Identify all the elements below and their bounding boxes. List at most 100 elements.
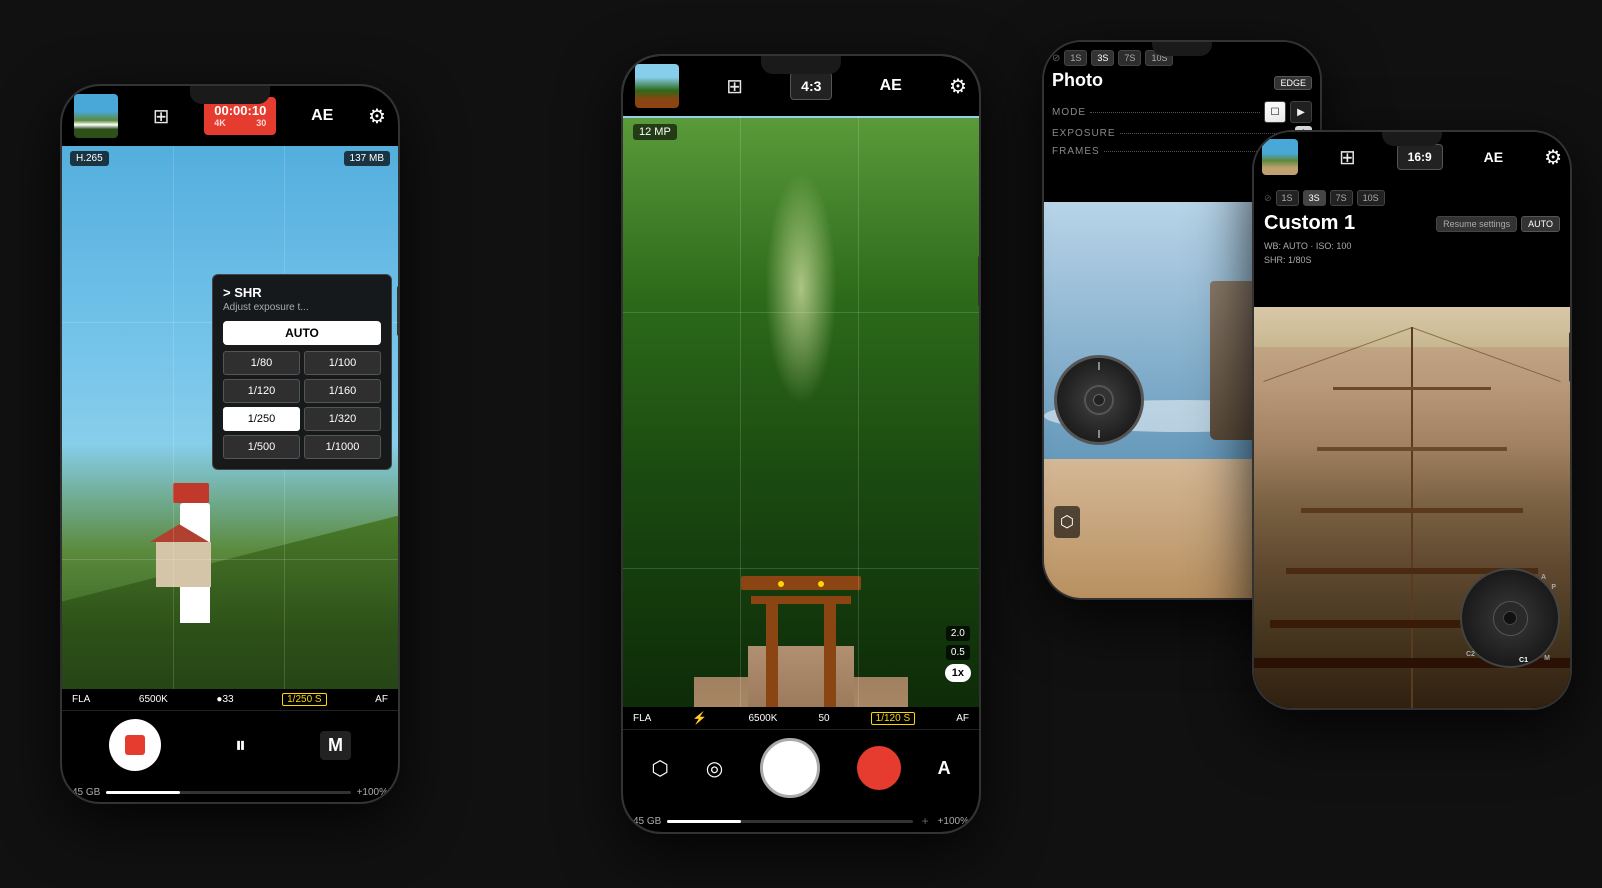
custom-3s-btn[interactable]: 3S	[1303, 190, 1326, 206]
right-front-viewfinder[interactable]: A P M C1 C2	[1254, 307, 1570, 708]
dial-circle[interactable]	[1054, 355, 1144, 445]
tl-1s-btn[interactable]: 1S	[1064, 50, 1087, 66]
right-front-dial[interactable]: A P M C1 C2	[1460, 568, 1560, 668]
center-side-button[interactable]	[978, 256, 981, 306]
torii-gate	[751, 576, 851, 716]
right-front-gear-icon[interactable]: ⚙	[1544, 145, 1562, 170]
fla-param: FLA	[72, 694, 90, 705]
right-front-ae[interactable]: AE	[1484, 149, 1503, 165]
center-settings-gear-icon[interactable]: ⚙	[949, 74, 967, 99]
center-phone-screen: ⊞ 4:3 AE ⚙ 12 MP	[623, 56, 979, 832]
tl-timer-icon: ⊘	[1052, 53, 1060, 64]
manual-button[interactable]: M	[320, 731, 351, 760]
shutter-popup: > SHR Adjust exposure t... AUTO 1/80 1/1…	[212, 274, 392, 470]
center-thumbnail[interactable]	[635, 64, 679, 108]
right-front-grid-icon[interactable]: ⊞	[1339, 145, 1356, 170]
center-grid-icon[interactable]: ⊞	[726, 74, 743, 99]
custom-7s-btn[interactable]: 7S	[1330, 190, 1353, 206]
record-stop-button[interactable]	[109, 719, 161, 771]
pause-button[interactable]: ⏸	[235, 732, 246, 758]
wb-param: 6500K	[139, 694, 168, 705]
custom-timer-off-icon: ⊘	[1264, 193, 1272, 204]
shutter-option-1/160[interactable]: 1/160	[304, 379, 381, 403]
shutter-option-1/100[interactable]: 1/100	[304, 351, 381, 375]
zoom-2x[interactable]: 2.0	[946, 626, 970, 641]
center-phone: ⊞ 4:3 AE ⚙ 12 MP	[621, 54, 981, 834]
tl-dot-line1	[1090, 112, 1260, 113]
left-thumbnail[interactable]	[74, 94, 118, 138]
focus-dot-right	[818, 581, 824, 587]
lighthouse-top	[173, 483, 209, 503]
tl-mode-row: MODE ☐ ▶	[1052, 101, 1312, 123]
right-front-notch	[1382, 132, 1442, 146]
shutter-option-1/120[interactable]: 1/120	[223, 379, 300, 403]
popup-options-grid: 1/80 1/100 1/120 1/160 1/250 1/320 1/500…	[223, 351, 381, 459]
custom-1s-btn[interactable]: 1S	[1276, 190, 1299, 206]
center-storage-progress: 45 GB + +100%	[623, 810, 979, 832]
storage-progress: 45 GB +100%	[62, 783, 398, 802]
right-back-dial[interactable]	[1054, 355, 1144, 445]
zoom-controls[interactable]: 2.0 0.5 1x	[945, 626, 971, 682]
right-dial-circle[interactable]: A P M C1 C2	[1460, 568, 1560, 668]
codec-sub: 4K	[214, 118, 226, 129]
torii-pillar-left	[766, 596, 778, 716]
portrait-button[interactable]: A	[938, 758, 951, 779]
zoom-1x-active[interactable]: 1x	[945, 664, 971, 682]
tl-mode-video-btn[interactable]: ▶	[1290, 101, 1312, 123]
custom-title: Custom 1	[1264, 212, 1355, 235]
right-front-side-button[interactable]	[1569, 332, 1572, 382]
popup-auto-btn[interactable]: AUTO	[223, 321, 381, 345]
timer-icon[interactable]: ◎	[706, 756, 723, 781]
iso-param: ●33	[216, 694, 233, 705]
shutter-param[interactable]: 1/250 S	[282, 693, 326, 706]
tl-mode-photo-btn[interactable]: ☐	[1264, 101, 1286, 123]
settings-gear-icon[interactable]: ⚙	[368, 104, 386, 129]
shutter-option-1/500[interactable]: 1/500	[223, 435, 300, 459]
custom-auto-btn[interactable]: AUTO	[1521, 216, 1560, 232]
dial-center	[1493, 601, 1528, 636]
video-record-button[interactable]	[857, 746, 901, 790]
dial-c1-label: C1	[1519, 657, 1528, 664]
tl-3s-btn[interactable]: 3S	[1091, 50, 1114, 66]
shutter-option-1/320[interactable]: 1/320	[304, 407, 381, 431]
torii-top-bar	[741, 576, 861, 590]
shutter-option-1/1000[interactable]: 1/1000	[304, 435, 381, 459]
center-fla-param: FLA	[633, 713, 651, 724]
side-button[interactable]	[397, 286, 400, 336]
mp-display: 12 MP	[633, 124, 677, 140]
center-shutter-param[interactable]: 1/120 S	[871, 712, 915, 725]
custom-title-row: Custom 1 Resume settings AUTO	[1264, 212, 1560, 235]
dial-m-label: M	[1544, 655, 1550, 662]
center-storage-full-label: +100%	[938, 816, 969, 827]
af-param[interactable]: AF	[375, 694, 388, 705]
storage-full-label: +100%	[357, 787, 388, 798]
camera-params-bar: FLA 6500K ●33 1/250 S AF	[62, 689, 398, 711]
storage-badge: 137 MB	[344, 151, 390, 166]
tl-7s-btn[interactable]: 7S	[1118, 50, 1141, 66]
fps-sub: 30	[256, 118, 266, 129]
ratio-display[interactable]: 4:3	[790, 72, 832, 100]
left-cam-bottom-bar: FLA 6500K ●33 1/250 S AF ⏸ M 45 GB +100%	[62, 689, 398, 802]
center-iso-param: 50	[818, 713, 829, 724]
right-front-screen: ⊞ 16:9 AE ⚙ ⊘ 1S 3S 7S 10S Custom 1 Resu…	[1254, 132, 1570, 708]
center-af-param[interactable]: AF	[956, 713, 969, 724]
center-cam-bottom-bar: FLA ⚡ 6500K 50 1/120 S AF ⬡ ◎ A 45 GB +	[623, 707, 979, 832]
tl-mode-title: Photo	[1052, 70, 1103, 91]
right-front-thumbnail[interactable]	[1262, 139, 1298, 175]
grid-icon[interactable]: ⊞	[153, 104, 170, 129]
copy-icon-btn[interactable]: ⬡	[1054, 506, 1080, 538]
shutter-option-1/80[interactable]: 1/80	[223, 351, 300, 375]
flash-icon[interactable]: ⚡	[692, 711, 707, 725]
resume-settings-btn[interactable]: Resume settings	[1436, 216, 1517, 232]
switch-camera-icon[interactable]: ⬡	[651, 756, 668, 781]
custom-10s-btn[interactable]: 10S	[1357, 190, 1385, 206]
tl-edge-badge[interactable]: EDGE	[1274, 76, 1312, 90]
timer-sub: 4K 30	[214, 118, 266, 129]
shutter-button[interactable]	[760, 738, 820, 798]
shutter-option-1/250[interactable]: 1/250	[223, 407, 300, 431]
ae-label[interactable]: AE	[311, 107, 333, 125]
right-front-ratio[interactable]: 16:9	[1397, 144, 1443, 170]
center-ae-label[interactable]: AE	[880, 77, 902, 95]
zoom-0.5x[interactable]: 0.5	[946, 645, 970, 660]
codec-badge: H.265	[70, 151, 109, 166]
